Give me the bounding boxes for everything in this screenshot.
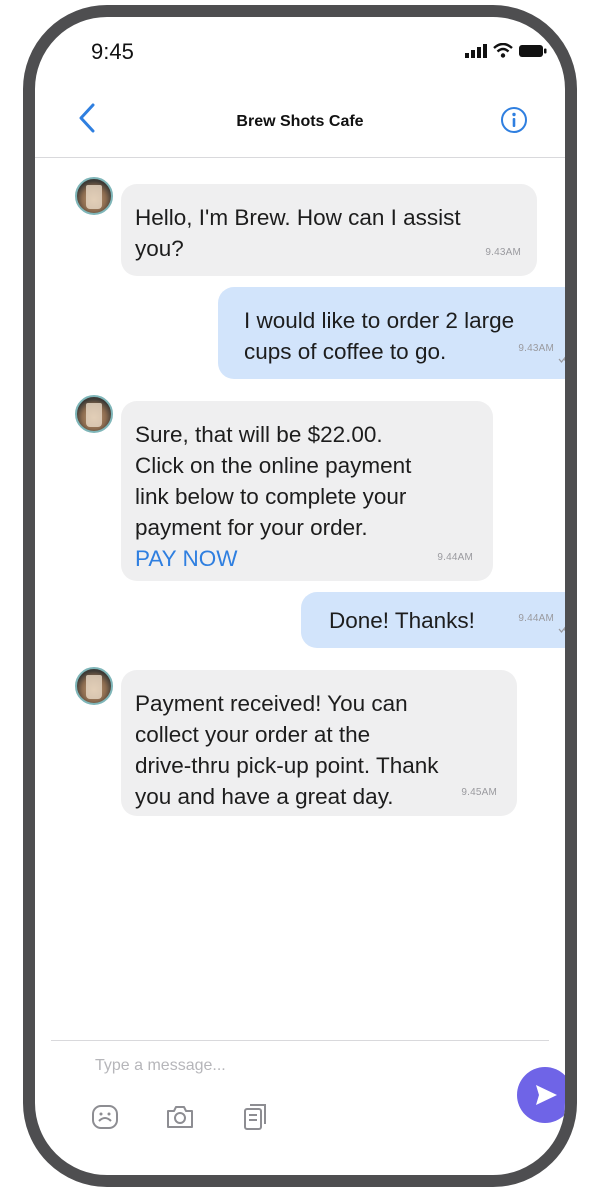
status-time: 9:45 <box>91 39 134 64</box>
bot-avatar <box>75 177 113 215</box>
info-button[interactable] <box>499 105 529 135</box>
signal-icon <box>465 43 487 58</box>
message-bubble-outgoing: Done! Thanks! 9.44AM <box>301 592 565 648</box>
bot-avatar <box>75 667 113 705</box>
home-area <box>35 1135 565 1175</box>
attach-button[interactable] <box>240 1102 270 1132</box>
message-bubble-incoming: Payment received! You can collect your o… <box>121 670 517 816</box>
document-icon <box>244 1104 266 1130</box>
message-text: Hello, I'm Brew. How can I assist you? <box>135 205 461 261</box>
message-bubble-outgoing: I would like to order 2 large cups of co… <box>218 287 565 379</box>
message-time: 9.43AM <box>518 343 554 354</box>
emoji-button[interactable] <box>90 1102 120 1132</box>
camera-icon <box>167 1106 193 1128</box>
phone-frame: 9:45 Brew Shots Cafe Hello, I'm Brew. Ho… <box>23 5 577 1187</box>
message-time: 9.43AM <box>485 247 521 258</box>
send-icon <box>536 1085 557 1105</box>
message-time: 9.44AM <box>437 552 473 563</box>
info-icon <box>501 107 527 133</box>
message-time: 9.45AM <box>461 787 497 798</box>
battery-icon <box>519 44 547 57</box>
wifi-icon <box>493 43 513 58</box>
message-text: Sure, that will be $22.00. Click on the … <box>135 422 412 540</box>
read-receipt-icon <box>558 626 565 633</box>
message-bubble-incoming: Sure, that will be $22.00. Click on the … <box>121 401 493 581</box>
status-icons <box>465 43 547 58</box>
read-receipt-icon <box>558 356 565 363</box>
chat-header: Brew Shots Cafe <box>35 83 565 158</box>
send-button[interactable] <box>517 1067 565 1123</box>
composer-divider <box>51 1040 549 1041</box>
message-time: 9.44AM <box>518 613 554 624</box>
message-text: Payment received! You can collect your o… <box>135 691 439 809</box>
camera-button[interactable] <box>165 1102 195 1132</box>
message-bubble-incoming: Hello, I'm Brew. How can I assist you? 9… <box>121 184 537 276</box>
message-input[interactable]: Type a message... <box>95 1057 226 1075</box>
chat-title: Brew Shots Cafe <box>236 113 364 130</box>
bot-avatar <box>75 395 113 433</box>
sticker-icon <box>92 1105 118 1129</box>
